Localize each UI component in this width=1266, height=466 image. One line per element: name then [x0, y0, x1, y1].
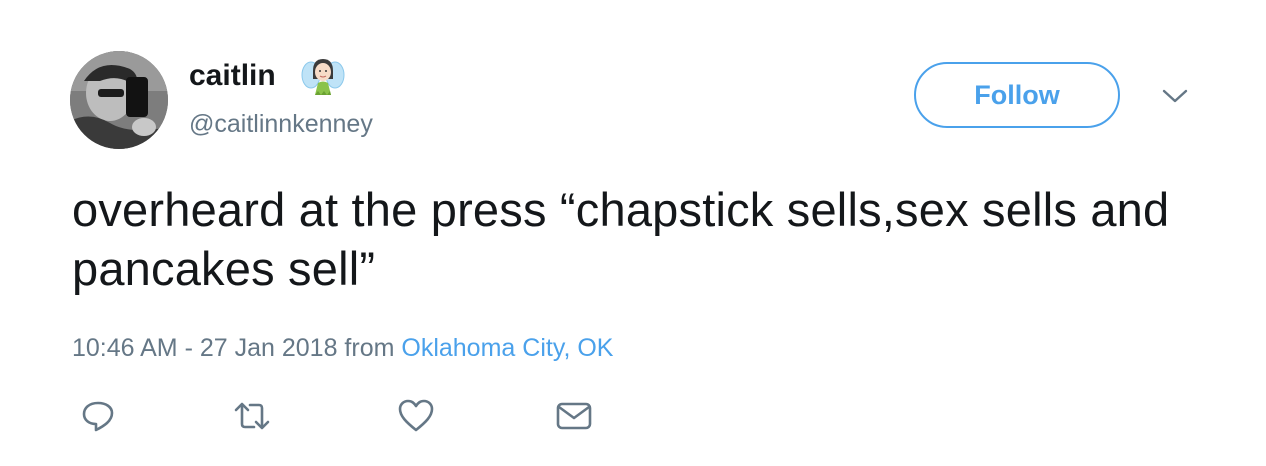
- display-name[interactable]: caitlin: [189, 58, 276, 94]
- tweet-card: caitlin @caitlinnkenney Follow overheard…: [0, 0, 1266, 466]
- retweet-icon[interactable]: [232, 396, 272, 436]
- direct-message-icon[interactable]: [554, 396, 594, 436]
- from-label: from: [344, 334, 395, 362]
- tweet-metadata: 10:46 AM - 27 Jan 2018 from Oklahoma Cit…: [72, 332, 613, 364]
- follow-button[interactable]: Follow: [914, 62, 1120, 128]
- like-icon[interactable]: [396, 396, 436, 436]
- fairy-emoji-icon: [301, 55, 345, 99]
- avatar[interactable]: [70, 51, 168, 149]
- tweet-text: overheard at the press “chapstick sells,…: [72, 183, 1170, 295]
- reply-icon[interactable]: [78, 396, 118, 436]
- tweet-timestamp[interactable]: 10:46 AM - 27 Jan 2018: [72, 334, 337, 362]
- chevron-down-icon[interactable]: [1160, 86, 1190, 106]
- avatar-photo-image: [70, 51, 168, 149]
- user-handle[interactable]: @caitlinnkenney: [189, 109, 373, 139]
- location-link[interactable]: Oklahoma City, OK: [401, 334, 613, 362]
